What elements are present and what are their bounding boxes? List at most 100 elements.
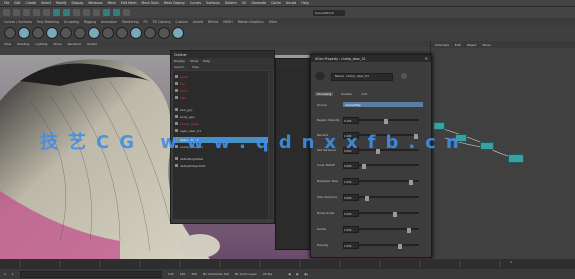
viewport-menu-panels[interactable]: Panels (87, 42, 97, 46)
slider-track[interactable] (359, 180, 419, 185)
settings-icon[interactable] (401, 73, 407, 79)
menu-help[interactable]: Help (301, 1, 308, 5)
list-item[interactable]: defaultObjectSet (175, 163, 205, 168)
open-scene-icon[interactable] (13, 9, 20, 16)
snap-curve-icon[interactable] (83, 9, 90, 16)
shelf-tab[interactable]: Custom (175, 20, 187, 24)
slider-knob[interactable] (361, 164, 366, 169)
list-item[interactable]: front (175, 88, 187, 93)
slider-track[interactable] (359, 228, 419, 233)
shelf-tool-icon[interactable] (32, 27, 44, 39)
menu-curves[interactable]: Curves (190, 1, 201, 5)
shelf-tool-icon[interactable] (18, 27, 30, 39)
shelf-tab[interactable]: FX (144, 20, 148, 24)
shelf-tab[interactable]: Motion Graphics (238, 20, 264, 24)
slider-track[interactable] (359, 212, 419, 217)
value-field[interactable]: 1.000 (343, 242, 359, 249)
snap-point-icon[interactable] (93, 9, 100, 16)
shelf-tool-icon[interactable] (102, 27, 114, 39)
shelf-tab[interactable]: Rendering (122, 20, 138, 24)
shelf-tab[interactable]: MASH (223, 20, 232, 24)
play-icon[interactable]: ▶ (296, 272, 298, 276)
shelf-tool-icon[interactable] (60, 27, 72, 39)
save-scene-icon[interactable] (23, 9, 30, 16)
slider-track[interactable] (359, 196, 419, 201)
menu-mesh-tools[interactable]: Mesh Tools (142, 1, 159, 5)
viewport-menu-renderer[interactable]: Renderer (68, 42, 82, 46)
shelf-tab[interactable]: Sculpting (64, 20, 79, 24)
shelf-tool-icon[interactable] (116, 27, 128, 39)
value-field[interactable]: 1.000 (343, 226, 359, 233)
list-item[interactable]: side (175, 95, 186, 100)
range-end[interactable]: 120 (180, 272, 186, 276)
menu-arnold[interactable]: Arnold (286, 1, 296, 5)
shelf-tool-icon[interactable] (4, 27, 16, 39)
channel-tab[interactable]: Show (482, 43, 490, 47)
list-item[interactable]: defaultLightSet (175, 156, 203, 161)
slider-knob[interactable] (409, 180, 414, 185)
current-frame[interactable]: 1 (510, 260, 512, 264)
outliner-menu-display[interactable]: Display (174, 59, 185, 63)
list-item[interactable]: body_geo (175, 114, 195, 119)
outliner-help[interactable]: Help (192, 65, 199, 69)
list-item[interactable]: top (175, 81, 185, 86)
outliner-search[interactable]: Search... (174, 65, 187, 69)
anim-layer[interactable]: No Anim Layer (235, 272, 257, 276)
shelf-tab[interactable]: Animation (101, 20, 117, 24)
slider-track[interactable] (359, 119, 419, 124)
menu-edit-mesh[interactable]: Edit Mesh (121, 1, 137, 5)
slider-knob[interactable] (364, 196, 369, 201)
slider-track[interactable] (359, 244, 419, 249)
slider-track[interactable] (359, 164, 419, 169)
close-icon[interactable]: × (425, 56, 428, 61)
list-item[interactable]: clump_guide (175, 121, 199, 126)
status-input-field[interactable]: CanvasHOut (313, 9, 345, 16)
snap-grid-icon[interactable] (73, 9, 80, 16)
graph-node[interactable] (480, 142, 494, 150)
tab-cut[interactable]: Cut (360, 92, 369, 96)
shelf-tool-icon[interactable] (46, 27, 58, 39)
new-scene-icon[interactable] (3, 9, 10, 16)
menu-mesh-display[interactable]: Mesh Display (164, 1, 185, 5)
shelf-tool-icon[interactable] (74, 27, 86, 39)
menu-edit[interactable]: Edit (14, 1, 20, 5)
tab-guides[interactable]: Guides (339, 92, 353, 96)
channel-tab[interactable]: Edit (455, 43, 461, 47)
value-field[interactable]: 0.500 (343, 210, 359, 217)
undo-icon[interactable] (33, 9, 40, 16)
timeline[interactable]: 1 (0, 259, 575, 269)
tab-clumping[interactable]: Clumping (315, 92, 334, 96)
range-start[interactable]: 1 (4, 272, 6, 276)
viewport-menu-show[interactable]: Show (53, 42, 61, 46)
graph-node[interactable] (508, 154, 524, 163)
viewport-menu-view[interactable]: View (4, 42, 11, 46)
menu-create[interactable]: Create (26, 1, 37, 5)
next-frame-icon[interactable]: ▶| (305, 272, 308, 276)
range-playback-start[interactable]: 1 (12, 272, 14, 276)
outliner-titlebar[interactable]: Outliner (171, 51, 274, 58)
fps-field[interactable]: 24 fps (263, 272, 272, 276)
menu-file[interactable]: File (4, 1, 9, 5)
menu-deform[interactable]: Deform (225, 1, 237, 5)
shelf-tab[interactable]: Rigging (84, 20, 96, 24)
outliner-menu-help[interactable]: Help (203, 59, 210, 63)
menu-generate[interactable]: Generate (251, 1, 266, 5)
outliner-menu-show[interactable]: Show (190, 59, 198, 63)
slider-knob[interactable] (406, 228, 411, 233)
character-set[interactable]: No Character Set (203, 272, 229, 276)
menu-surfaces[interactable]: Surfaces (206, 1, 220, 5)
menu-windows[interactable]: Windows (88, 1, 102, 5)
shelf-tab[interactable]: Bifrost (208, 20, 218, 24)
channel-tab[interactable]: Object (467, 43, 477, 47)
ipr-render-icon[interactable] (113, 9, 120, 16)
slider-knob[interactable] (392, 212, 397, 217)
play-back-icon[interactable]: ◀ (288, 272, 290, 276)
menu-mesh[interactable]: Mesh (108, 1, 116, 5)
slider-knob[interactable] (398, 244, 403, 249)
menu-modify[interactable]: Modify (56, 1, 67, 5)
shelf-tab[interactable]: Curves / Surfaces (4, 20, 32, 24)
range-max[interactable]: 200 (191, 272, 197, 276)
component-mode-icon[interactable] (63, 9, 70, 16)
shelf-tool-icon[interactable] (88, 27, 100, 39)
select-mode-icon[interactable] (53, 9, 60, 16)
